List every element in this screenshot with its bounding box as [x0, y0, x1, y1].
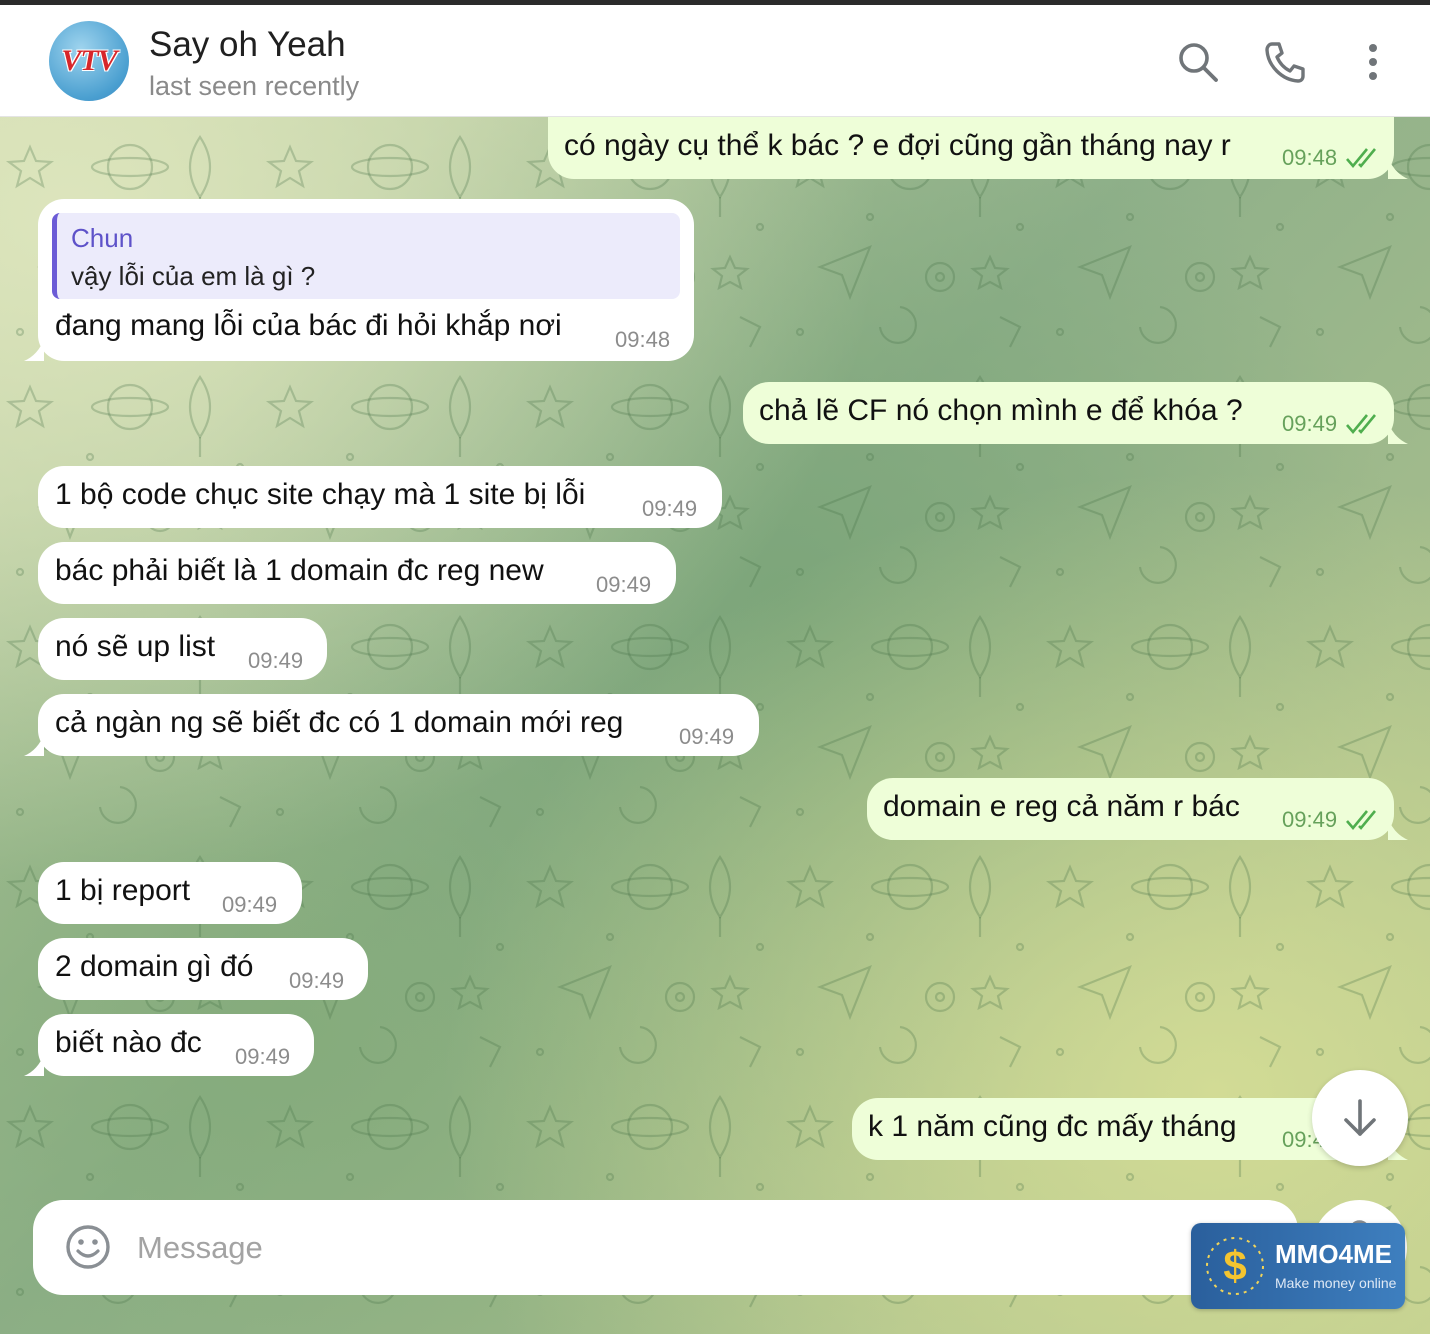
message-text: bác phải biết là 1 domain đc reg new: [55, 554, 544, 587]
message-time: 09:49: [248, 648, 304, 673]
avatar[interactable]: VTV: [49, 21, 129, 101]
message-incoming-reply[interactable]: Chun vậy lỗi của em là gì ? đang mang lỗ…: [38, 199, 694, 361]
chat-title[interactable]: Say oh Yeah: [149, 25, 346, 65]
message-text: domain e reg cả năm r bác: [883, 790, 1240, 823]
dollar-logo-icon: $: [1206, 1237, 1264, 1295]
message-text: 1 bị report: [55, 874, 191, 907]
reply-author: Chun: [71, 223, 134, 253]
bubble-tail: [1388, 157, 1408, 179]
watermark-subtitle: Make money online: [1275, 1275, 1397, 1291]
chat-header[interactable]: VTV Say oh Yeah last seen recently: [0, 5, 1430, 117]
more-vertical-icon[interactable]: [1350, 39, 1396, 85]
message-outgoing[interactable]: chả lẽ CF nó chọn mình e để khóa ? 09:49: [743, 382, 1394, 444]
read-checks-icon: [1346, 810, 1377, 831]
chat-area[interactable]: có ngày cụ thể k bác ? e đợi cũng gần th…: [0, 117, 1430, 1334]
reply-quote[interactable]: Chun vậy lỗi của em là gì ?: [52, 213, 680, 299]
reply-text: vậy lỗi của em là gì ?: [71, 261, 316, 291]
message-time: 09:49: [596, 572, 652, 597]
message-incoming[interactable]: 1 bị report 09:49: [38, 862, 302, 924]
bubble-tail: [1388, 818, 1408, 840]
message-time: 09:49: [1282, 807, 1338, 832]
message-incoming[interactable]: bác phải biết là 1 domain đc reg new 09:…: [38, 542, 676, 604]
message-outgoing[interactable]: domain e reg cả năm r bác 09:49: [867, 778, 1394, 840]
message-text: 2 domain gì đó: [55, 950, 254, 983]
message-incoming[interactable]: cả ngàn ng sẽ biết đc có 1 domain mới re…: [38, 694, 759, 756]
message-time: 09:49: [222, 892, 278, 917]
scroll-to-bottom-button[interactable]: [1312, 1070, 1408, 1166]
phone-icon[interactable]: [1262, 39, 1308, 85]
message-time: 09:49: [235, 1044, 291, 1069]
message-text: biết nào đc: [55, 1026, 202, 1059]
message-text: nó sẽ up list: [55, 630, 216, 663]
bubble-tail: [1388, 422, 1408, 444]
message-incoming[interactable]: 2 domain gì đó 09:49: [38, 938, 368, 1000]
message-text: cả ngàn ng sẽ biết đc có 1 domain mới re…: [55, 706, 624, 739]
message-incoming[interactable]: biết nào đc 09:49: [38, 1014, 314, 1076]
search-icon[interactable]: [1175, 39, 1221, 85]
message-text: có ngày cụ thể k bác ? e đợi cũng gần th…: [564, 129, 1231, 162]
message-text: đang mang lỗi của bác đi hỏi khắp nơi: [55, 309, 562, 342]
message-text: 1 bộ code chục site chạy mà 1 site bị lỗ…: [55, 478, 586, 511]
message-time: 09:49: [289, 968, 345, 993]
read-checks-icon: [1346, 148, 1377, 169]
message-composer[interactable]: [33, 1200, 1301, 1295]
message-outgoing[interactable]: có ngày cụ thể k bác ? e đợi cũng gần th…: [548, 117, 1394, 179]
bubble-tail: [24, 734, 44, 756]
arrow-down-icon: [1344, 1099, 1376, 1136]
message-text: chả lẽ CF nó chọn mình e để khóa ?: [759, 394, 1243, 427]
chat-status: last seen recently: [149, 71, 360, 101]
message-time: 09:48: [615, 327, 671, 352]
message-time: 09:49: [679, 724, 735, 749]
read-checks-icon: [1346, 414, 1377, 435]
svg-text:$: $: [1223, 1242, 1246, 1289]
message-input[interactable]: [137, 1220, 1197, 1276]
avatar-logo-text: VTV: [61, 44, 117, 77]
watermark-title: MMO4ME: [1275, 1239, 1392, 1269]
message-time: 09:49: [642, 496, 698, 521]
message-time: 09:49: [1282, 411, 1338, 436]
message-time: 09:48: [1282, 145, 1338, 170]
message-text: k 1 năm cũng đc mấy tháng: [868, 1110, 1237, 1143]
message-incoming[interactable]: 1 bộ code chục site chạy mà 1 site bị lỗ…: [38, 466, 722, 528]
mmo4me-watermark: $ MMO4ME Make money online: [1191, 1223, 1405, 1309]
bubble-tail: [24, 339, 44, 361]
emoji-icon[interactable]: [63, 1222, 113, 1272]
bubble-tail: [24, 1054, 44, 1076]
message-incoming[interactable]: nó sẽ up list 09:49: [38, 618, 327, 680]
